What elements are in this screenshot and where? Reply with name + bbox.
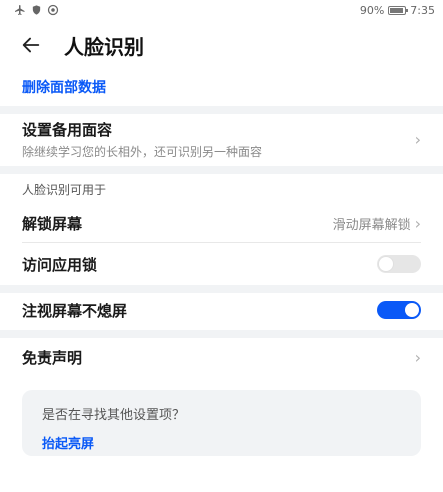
back-button[interactable]	[20, 30, 50, 60]
airplane-icon	[15, 5, 25, 15]
section-divider	[0, 106, 443, 114]
toggle-knob	[379, 257, 393, 271]
top-app-bar: 人脸识别	[0, 24, 443, 66]
raise-to-wake-link[interactable]: 抬起亮屏	[42, 433, 401, 452]
battery-level	[390, 7, 404, 13]
backup-face-title: 设置备用面容	[22, 120, 113, 139]
app-lock-title: 访问应用锁	[22, 255, 98, 274]
section-header-usage: 人脸识别可用于	[22, 183, 107, 197]
section-divider	[0, 330, 443, 338]
clock: 7:35	[410, 3, 435, 17]
unlock-screen-row[interactable]: 解锁屏幕 滑动屏幕解锁 ›	[22, 205, 421, 241]
app-lock-toggle[interactable]	[377, 255, 421, 273]
row-divider	[22, 242, 421, 243]
unlock-screen-value-group: 滑动屏幕解锁 ›	[333, 214, 421, 233]
chevron-right-icon: ›	[414, 213, 421, 233]
gaze-keep-on-toggle[interactable]	[377, 301, 421, 319]
suggestion-card: 是否在寻找其他设置项？ 抬起亮屏	[22, 390, 421, 456]
battery-percent: 90%	[359, 3, 385, 17]
backup-face-subtitle: 除继续学习您的长相外，还可识别另一种面容	[22, 144, 263, 159]
status-bar: 90% 7:35	[0, 0, 443, 20]
toggle-knob	[405, 303, 419, 317]
delete-face-data-link[interactable]: 删除面部数据	[22, 74, 106, 100]
status-icons	[14, 4, 59, 16]
arrow-left-icon	[22, 37, 40, 53]
gaze-keep-on-row[interactable]: 注视屏幕不熄屏	[22, 294, 421, 326]
section-divider	[0, 166, 443, 174]
suggestion-question: 是否在寻找其他设置项？	[42, 408, 186, 423]
app-lock-row[interactable]: 访问应用锁	[22, 247, 421, 281]
battery-icon	[388, 5, 409, 15]
gaze-keep-on-title: 注视屏幕不熄屏	[22, 301, 128, 320]
unlock-screen-value: 滑动屏幕解锁	[332, 217, 411, 233]
unlock-screen-title: 解锁屏幕	[22, 214, 83, 233]
backup-face-row[interactable]: 设置备用面容 除继续学习您的长相外，还可识别另一种面容 ›	[22, 116, 421, 162]
shield-icon	[32, 5, 41, 15]
section-divider	[0, 285, 443, 293]
disclaimer-title: 免责声明	[22, 348, 83, 367]
disclaimer-row[interactable]: 免责声明 ›	[22, 340, 421, 374]
chevron-right-icon: ›	[414, 347, 421, 367]
chevron-right-icon: ›	[414, 129, 421, 149]
status-right: 90% 7:35	[360, 4, 435, 17]
page-title: 人脸识别	[64, 34, 144, 59]
vpn-icon	[47, 4, 59, 16]
